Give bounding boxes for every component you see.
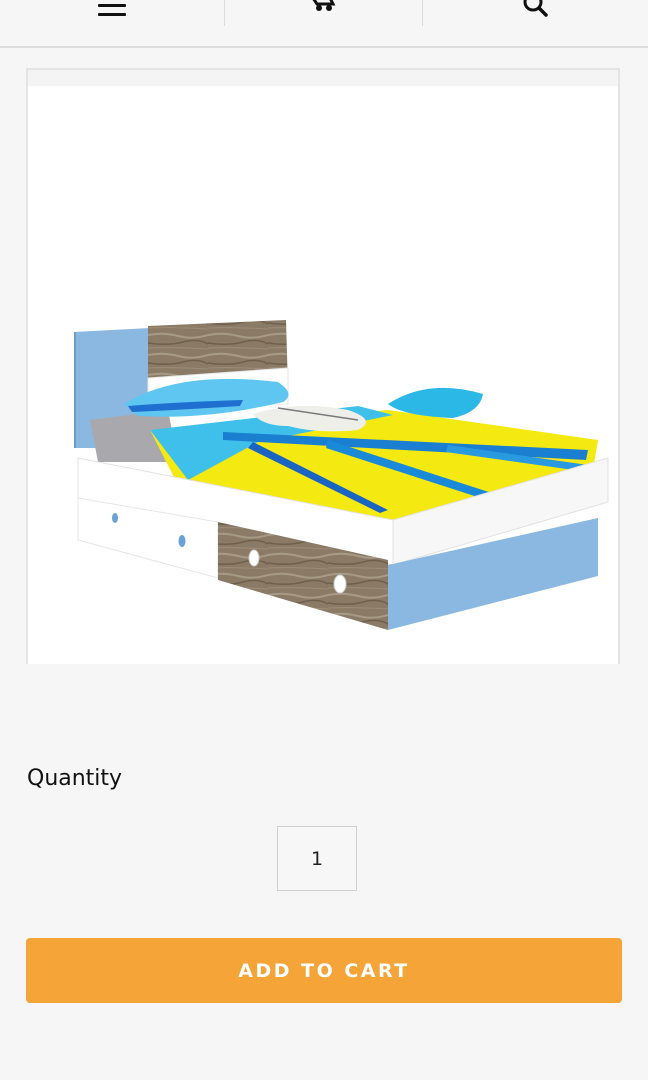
add-to-cart-button[interactable]: ADD TO CART (26, 938, 622, 1003)
quantity-label: Quantity (27, 766, 123, 791)
search-icon (523, 0, 548, 17)
quantity-input[interactable] (277, 826, 357, 891)
bed-with-drawers-illustration[interactable] (28, 70, 620, 664)
top-navigation-bar (0, 0, 648, 48)
shopping-cart-icon (312, 0, 335, 11)
search-button[interactable] (423, 0, 648, 26)
hamburger-menu-icon (98, 4, 126, 16)
product-image-frame (26, 68, 620, 664)
cart-button[interactable] (225, 0, 422, 26)
menu-button[interactable] (0, 0, 224, 26)
